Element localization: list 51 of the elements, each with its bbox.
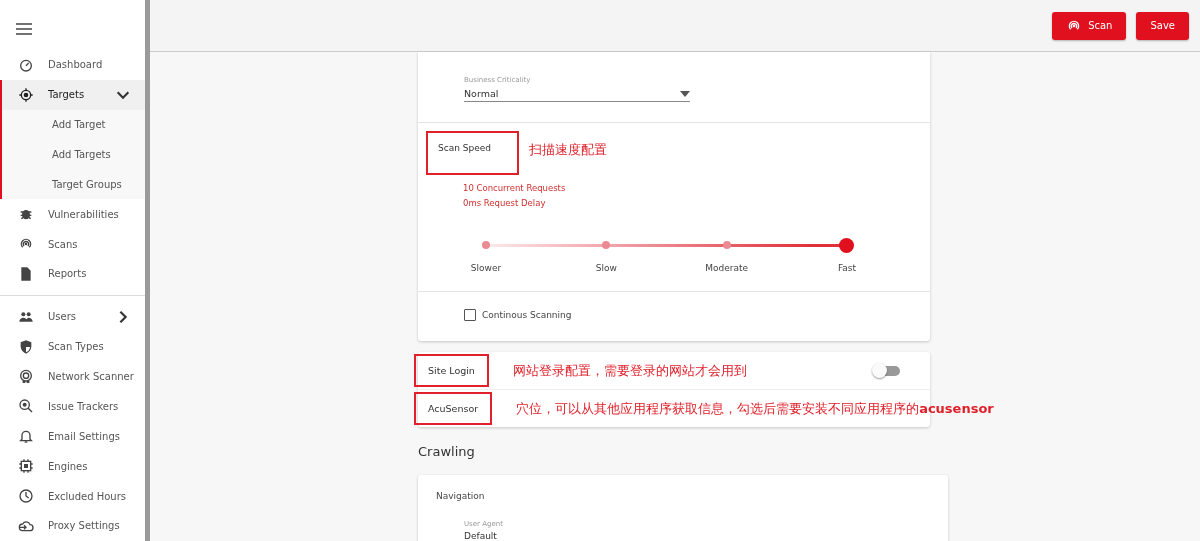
annotation-note: 扫描速度配置 — [529, 141, 607, 159]
target-icon — [18, 86, 34, 103]
section-heading: Crawling — [418, 444, 475, 459]
sidebar-item[interactable]: Issue Trackers — [0, 391, 145, 422]
section-title: Scan Speed — [426, 131, 519, 175]
checkbox[interactable] — [464, 309, 476, 321]
annotation-note: 穴位，可以从其他应用程序获取信息，勾选后需要安装不同应用程序的acusensor — [516, 399, 994, 418]
shield-icon — [18, 338, 34, 355]
sidebar-item[interactable]: Users — [0, 301, 145, 332]
speed-detail: 10 Concurrent Requests — [463, 183, 566, 193]
sidebar-item[interactable]: Vulnerabilities — [0, 199, 145, 230]
speed-label: Slower — [469, 263, 503, 273]
option-label: AcuSensor — [414, 392, 493, 425]
menu-icon[interactable] — [16, 22, 32, 35]
checkbox-label: Continous Scanning — [482, 310, 572, 320]
slider-stop-dot[interactable] — [482, 241, 490, 249]
slider-stop-dot[interactable] — [602, 241, 611, 249]
section-title: Navigation — [436, 491, 486, 501]
sidebar-item[interactable]: Excluded Hours — [0, 481, 145, 512]
speed-label: Fast — [836, 263, 858, 273]
sidebar-subitem[interactable]: Add Target — [0, 109, 145, 140]
sidebar-item[interactable]: Dashboard — [0, 49, 145, 80]
criticality-dropdown[interactable]: Normal — [464, 88, 690, 102]
slider-thumb[interactable] — [839, 238, 854, 253]
sidebar-item[interactable]: Scans — [0, 229, 145, 260]
speed-label: Slow — [594, 263, 618, 273]
sidebar-item[interactable]: Email Settings — [0, 421, 145, 452]
search-icon — [18, 398, 34, 415]
sidebar-subitem[interactable]: Add Targets — [0, 139, 145, 170]
document-icon — [18, 265, 34, 282]
annotation-note: 网站登录配置，需要登录的网站才会用到 — [512, 361, 748, 380]
chip-icon — [18, 458, 34, 475]
sidebar-item[interactable]: Engines — [0, 451, 145, 482]
speed-detail: 0ms Request Delay — [463, 198, 546, 208]
sidebar-item[interactable]: Targets — [0, 79, 145, 110]
option-label: Site Login — [414, 354, 489, 387]
sidebar-item[interactable]: Network Scanner — [0, 361, 145, 392]
bell-icon — [18, 428, 34, 445]
sidebar-item[interactable]: Reports — [0, 259, 145, 289]
sidebar-item[interactable]: Scan Types — [0, 331, 145, 362]
network-icon — [18, 368, 34, 385]
clock-icon — [18, 488, 34, 505]
speed-label: Moderate — [704, 263, 750, 273]
sidebar-subitem[interactable]: Target Groups — [0, 169, 145, 200]
sidebar-item[interactable]: Proxy Settings — [0, 511, 145, 541]
scan-button[interactable]: Scan — [1052, 11, 1127, 40]
save-button[interactable]: Save — [1136, 11, 1189, 40]
toggle-switch[interactable] — [874, 365, 900, 376]
user-agent-dropdown[interactable]: Default — [464, 532, 948, 540]
caret-icon — [680, 90, 690, 97]
slider-stop-dot[interactable] — [722, 241, 731, 249]
